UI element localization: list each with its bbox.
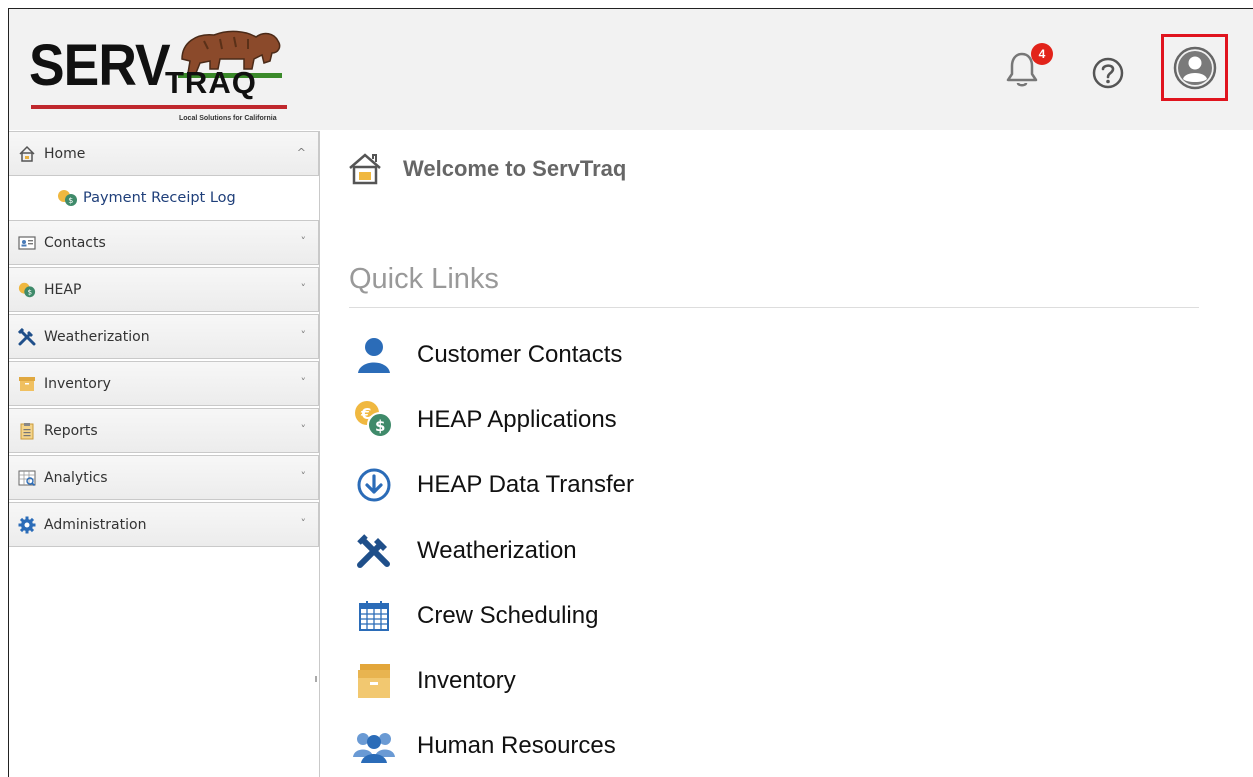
sidebar-item-home[interactable]: Home ^ (9, 131, 319, 176)
quick-link-label: Weatherization (417, 537, 577, 564)
sidebar-item-label: Analytics (44, 469, 108, 486)
sidebar-item-label: Weatherization (44, 328, 150, 345)
welcome-header: Welcome to ServTraq (347, 151, 626, 187)
contact-card-icon (18, 234, 36, 252)
chevron-down-icon: ˅ (300, 470, 307, 483)
svg-text:$: $ (375, 417, 385, 435)
logo-tagline: Local Solutions for California (179, 115, 277, 122)
gear-icon (18, 516, 36, 534)
sidebar-subitem-label: Payment Receipt Log (83, 190, 236, 206)
chevron-down-icon: ˅ (300, 517, 307, 530)
svg-text:$: $ (27, 287, 32, 296)
help-icon (1092, 57, 1124, 89)
sidebar: Home ^ $ Payment Receipt Log Contacts ˅ … (9, 131, 320, 777)
analytics-icon (18, 469, 36, 487)
clipboard-icon (18, 422, 36, 440)
quick-link-label: HEAP Applications (417, 406, 617, 433)
quick-link-customer-contacts[interactable]: Customer Contacts (353, 333, 622, 377)
app-frame: SERV TRAQ Local Solutions for California… (8, 8, 1253, 777)
sidebar-splitter-handle[interactable] (315, 676, 317, 682)
chevron-down-icon: ˅ (300, 282, 307, 295)
tools-icon (353, 530, 395, 572)
coins-icon: $ (57, 188, 79, 208)
chevron-down-icon: ˅ (300, 329, 307, 342)
box-icon (353, 660, 395, 702)
sidebar-item-label: Reports (44, 422, 98, 439)
quick-links-divider (349, 307, 1199, 308)
sidebar-item-label: Contacts (44, 234, 106, 251)
help-button[interactable] (1091, 56, 1125, 90)
notification-count-badge[interactable]: 4 (1031, 43, 1053, 65)
home-icon (349, 153, 381, 185)
quick-link-label: Human Resources (417, 732, 616, 759)
chevron-up-icon: ^ (296, 146, 306, 159)
box-icon (18, 375, 36, 393)
quick-link-inventory[interactable]: Inventory (353, 659, 516, 703)
quick-link-label: Customer Contacts (417, 341, 623, 368)
quick-link-label: Inventory (417, 667, 516, 694)
sidebar-item-label: Home (44, 145, 86, 162)
quick-link-heap-data-transfer[interactable]: HEAP Data Transfer (353, 463, 634, 507)
main-content: Welcome to ServTraq Quick Links Customer… (327, 131, 1253, 777)
logo-traq-text: TRAQ (165, 65, 257, 100)
download-circle-icon (353, 464, 395, 506)
sidebar-item-label: Inventory (44, 375, 111, 392)
quick-link-label: HEAP Data Transfer (417, 471, 634, 498)
sidebar-item-label: HEAP (44, 281, 82, 298)
chevron-down-icon: ˅ (300, 235, 307, 248)
sidebar-item-weatherization[interactable]: Weatherization ˅ (9, 314, 319, 359)
sidebar-item-inventory[interactable]: Inventory ˅ (9, 361, 319, 406)
quick-link-human-resources[interactable]: Human Resources (353, 724, 616, 768)
quick-link-heap-applications[interactable]: € $ HEAP Applications (353, 398, 617, 442)
chevron-down-icon: ˅ (300, 376, 307, 389)
user-profile-button[interactable] (1161, 34, 1228, 101)
sidebar-item-administration[interactable]: Administration ˅ (9, 502, 319, 547)
quick-links-title: Quick Links (349, 263, 499, 295)
sidebar-item-contacts[interactable]: Contacts ˅ (9, 220, 319, 265)
sidebar-item-heap[interactable]: $ HEAP ˅ (9, 267, 319, 312)
app-header: SERV TRAQ Local Solutions for California… (9, 9, 1253, 130)
user-icon (1173, 46, 1216, 89)
home-icon (18, 145, 36, 163)
quick-link-weatherization[interactable]: Weatherization (353, 529, 577, 573)
sidebar-item-reports[interactable]: Reports ˅ (9, 408, 319, 453)
svg-text:$: $ (68, 196, 73, 205)
people-icon (353, 725, 395, 767)
logo-serv-text: SERV (29, 33, 171, 98)
sidebar-item-label: Administration (44, 516, 147, 533)
coins-icon: $ (18, 281, 36, 299)
logo-underline (31, 105, 287, 109)
coins-icon: € $ (353, 399, 395, 441)
sidebar-item-analytics[interactable]: Analytics ˅ (9, 455, 319, 500)
tools-icon (18, 327, 36, 346)
sidebar-subitem-payment-receipt-log[interactable]: $ Payment Receipt Log (9, 178, 319, 218)
page-title: Welcome to ServTraq (403, 156, 627, 181)
quick-link-label: Crew Scheduling (417, 602, 599, 629)
quick-link-crew-scheduling[interactable]: Crew Scheduling (353, 594, 598, 638)
calendar-icon (353, 595, 395, 637)
person-icon (353, 334, 395, 376)
chevron-down-icon: ˅ (300, 423, 307, 436)
servtraq-logo[interactable]: SERV TRAQ Local Solutions for California (29, 15, 299, 128)
